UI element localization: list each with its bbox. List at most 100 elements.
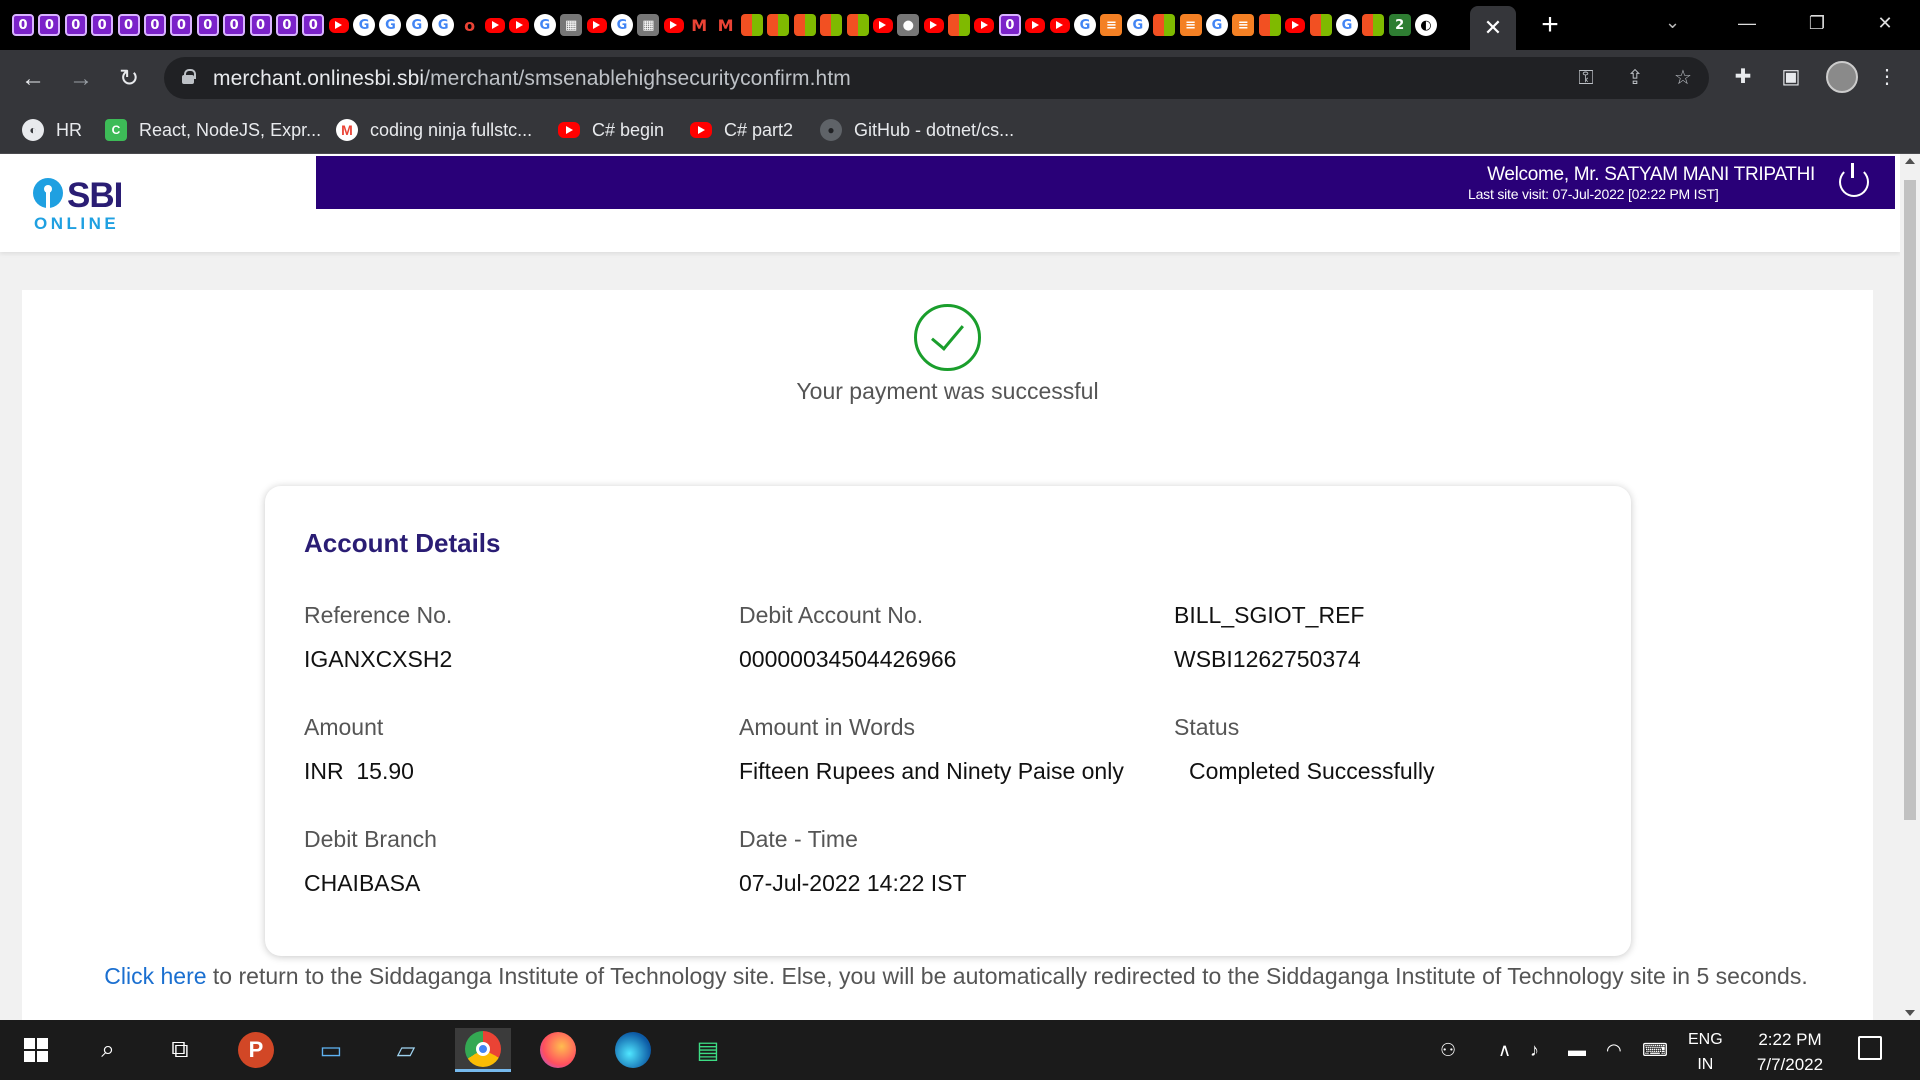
zero-app-icon[interactable]: 0: [998, 14, 1021, 36]
bookmark-csharp-begin[interactable]: C# begin: [558, 115, 664, 145]
google-icon[interactable]: G: [1205, 14, 1228, 36]
extensions-icon[interactable]: ✚: [1728, 62, 1758, 92]
google-icon[interactable]: G: [1126, 14, 1149, 36]
microsoft-icon[interactable]: [820, 14, 843, 36]
tab-close-icon[interactable]: ✕: [1484, 15, 1502, 41]
globe-icon[interactable]: ◐: [1415, 14, 1438, 36]
search-icon[interactable]: ⌕: [80, 1028, 136, 1072]
youtube-icon[interactable]: [1285, 17, 1306, 33]
stackoverflow-icon[interactable]: ≡: [1179, 14, 1202, 36]
android-studio-icon[interactable]: ▤: [680, 1028, 736, 1072]
youtube-icon[interactable]: [485, 17, 506, 33]
youtube-icon[interactable]: [509, 17, 530, 33]
this-pc-icon[interactable]: ▭: [303, 1028, 359, 1072]
share-icon[interactable]: ⇪: [1623, 66, 1647, 90]
firefox-icon[interactable]: [530, 1028, 586, 1072]
bookmark-react[interactable]: C React, NodeJS, Expr...: [105, 115, 321, 145]
microsoft-icon[interactable]: [767, 14, 790, 36]
notification-icon[interactable]: [1858, 1036, 1882, 1060]
url-text[interactable]: merchant.onlinesbi.sbi/merchant/smsenabl…: [213, 67, 851, 91]
side-panel-icon[interactable]: ▣: [1776, 62, 1806, 92]
star-icon[interactable]: ☆: [1671, 66, 1695, 90]
zero-app-icon[interactable]: 0: [91, 14, 114, 36]
windows-start-icon[interactable]: [8, 1028, 64, 1072]
click-here-link[interactable]: Click here: [104, 963, 206, 989]
new-tab-button[interactable]: +: [1535, 10, 1565, 40]
sbi-logo[interactable]: SBI ONLINE: [33, 176, 133, 234]
bookmark-coding-ninja[interactable]: Mcoding ninja fullstc...: [336, 115, 532, 145]
wifi-icon[interactable]: ◠: [1606, 1020, 1622, 1080]
tab-search-icon[interactable]: ⌄: [1665, 12, 1680, 33]
key-icon[interactable]: ⚿: [1574, 66, 1598, 90]
scroll-up-arrow-icon[interactable]: [1905, 158, 1915, 164]
language-indicator[interactable]: ENG IN: [1688, 1027, 1723, 1077]
tray-overflow-icon[interactable]: ∧: [1498, 1020, 1511, 1080]
microsoft-icon[interactable]: [948, 14, 971, 36]
zero-app-icon[interactable]: 0: [64, 14, 87, 36]
youtube-icon[interactable]: [872, 17, 893, 33]
google-icon[interactable]: G: [405, 14, 428, 36]
edge-icon[interactable]: [605, 1028, 661, 1072]
bookmark-github[interactable]: ● GitHub - dotnet/cs...: [820, 115, 1014, 145]
close-window-button[interactable]: ✕: [1862, 8, 1908, 38]
youtube-icon[interactable]: [1025, 17, 1046, 33]
address-bar[interactable]: merchant.onlinesbi.sbi/merchant/smsenabl…: [164, 57, 1709, 99]
gmail-icon[interactable]: M: [688, 14, 710, 36]
opera-icon[interactable]: o: [459, 14, 481, 36]
people-icon[interactable]: ⚇: [1440, 1020, 1456, 1080]
microsoft-icon[interactable]: [846, 14, 869, 36]
scroll-down-arrow-icon[interactable]: [1905, 1010, 1915, 1016]
zero-app-icon[interactable]: 0: [170, 14, 193, 36]
google-icon[interactable]: G: [379, 14, 402, 36]
zero-app-icon[interactable]: 0: [12, 14, 34, 36]
stackoverflow-icon[interactable]: ≡: [1100, 14, 1123, 36]
zero-app-icon[interactable]: 0: [117, 14, 140, 36]
microsoft-icon[interactable]: [1362, 14, 1385, 36]
bookmark-csharp-part2[interactable]: C# part2: [690, 115, 793, 145]
keyboard-icon[interactable]: ⌨: [1642, 1020, 1668, 1080]
qr-icon[interactable]: ▦: [637, 14, 660, 36]
profile-avatar[interactable]: [1826, 61, 1858, 93]
back-button[interactable]: ←: [16, 62, 50, 96]
gmail-icon[interactable]: M: [715, 14, 737, 36]
zero-app-icon[interactable]: 0: [38, 14, 61, 36]
youtube-icon[interactable]: [1049, 17, 1070, 33]
restore-button[interactable]: ❐: [1794, 8, 1840, 38]
qr-icon[interactable]: ▦: [560, 14, 583, 36]
lock-icon[interactable]: [182, 69, 196, 84]
zero-app-icon[interactable]: 0: [196, 14, 219, 36]
task-view-icon[interactable]: ⧉: [152, 1028, 208, 1072]
zero-app-icon[interactable]: 0: [249, 14, 272, 36]
bookmark-hr[interactable]: ◐ HR: [22, 115, 82, 145]
microsoft-icon[interactable]: [1258, 14, 1281, 36]
zero-app-icon[interactable]: 0: [302, 14, 325, 36]
github-icon[interactable]: ●: [897, 14, 920, 36]
forward-button[interactable]: →: [64, 62, 98, 96]
google-icon[interactable]: G: [533, 14, 556, 36]
battery-icon[interactable]: ▬: [1568, 1020, 1586, 1080]
youtube-icon[interactable]: [923, 17, 944, 33]
scroll-thumb[interactable]: [1904, 180, 1916, 820]
zero-app-icon[interactable]: 0: [143, 14, 166, 36]
app-2-icon[interactable]: 2: [1388, 14, 1411, 36]
youtube-icon[interactable]: [663, 17, 684, 33]
powerpoint-icon[interactable]: P: [228, 1028, 284, 1072]
menu-icon[interactable]: ⋮: [1872, 62, 1902, 92]
page-scrollbar[interactable]: [1900, 154, 1920, 1020]
google-icon[interactable]: G: [610, 14, 633, 36]
reload-button[interactable]: ↻: [112, 62, 146, 96]
notepad-icon[interactable]: ▱: [378, 1028, 434, 1072]
minimize-button[interactable]: —: [1724, 8, 1770, 38]
google-icon[interactable]: G: [1335, 14, 1358, 36]
google-icon[interactable]: G: [353, 14, 376, 36]
microsoft-icon[interactable]: [793, 14, 816, 36]
stackoverflow-icon[interactable]: ≡: [1232, 14, 1255, 36]
google-icon[interactable]: G: [432, 14, 455, 36]
volume-icon[interactable]: ♪: [1530, 1020, 1539, 1080]
active-tab[interactable]: ✕: [1470, 6, 1516, 50]
microsoft-icon[interactable]: [1153, 14, 1176, 36]
google-icon[interactable]: G: [1074, 14, 1097, 36]
logout-power-icon[interactable]: [1839, 163, 1869, 197]
youtube-icon[interactable]: [328, 17, 349, 33]
youtube-icon[interactable]: [586, 17, 607, 33]
